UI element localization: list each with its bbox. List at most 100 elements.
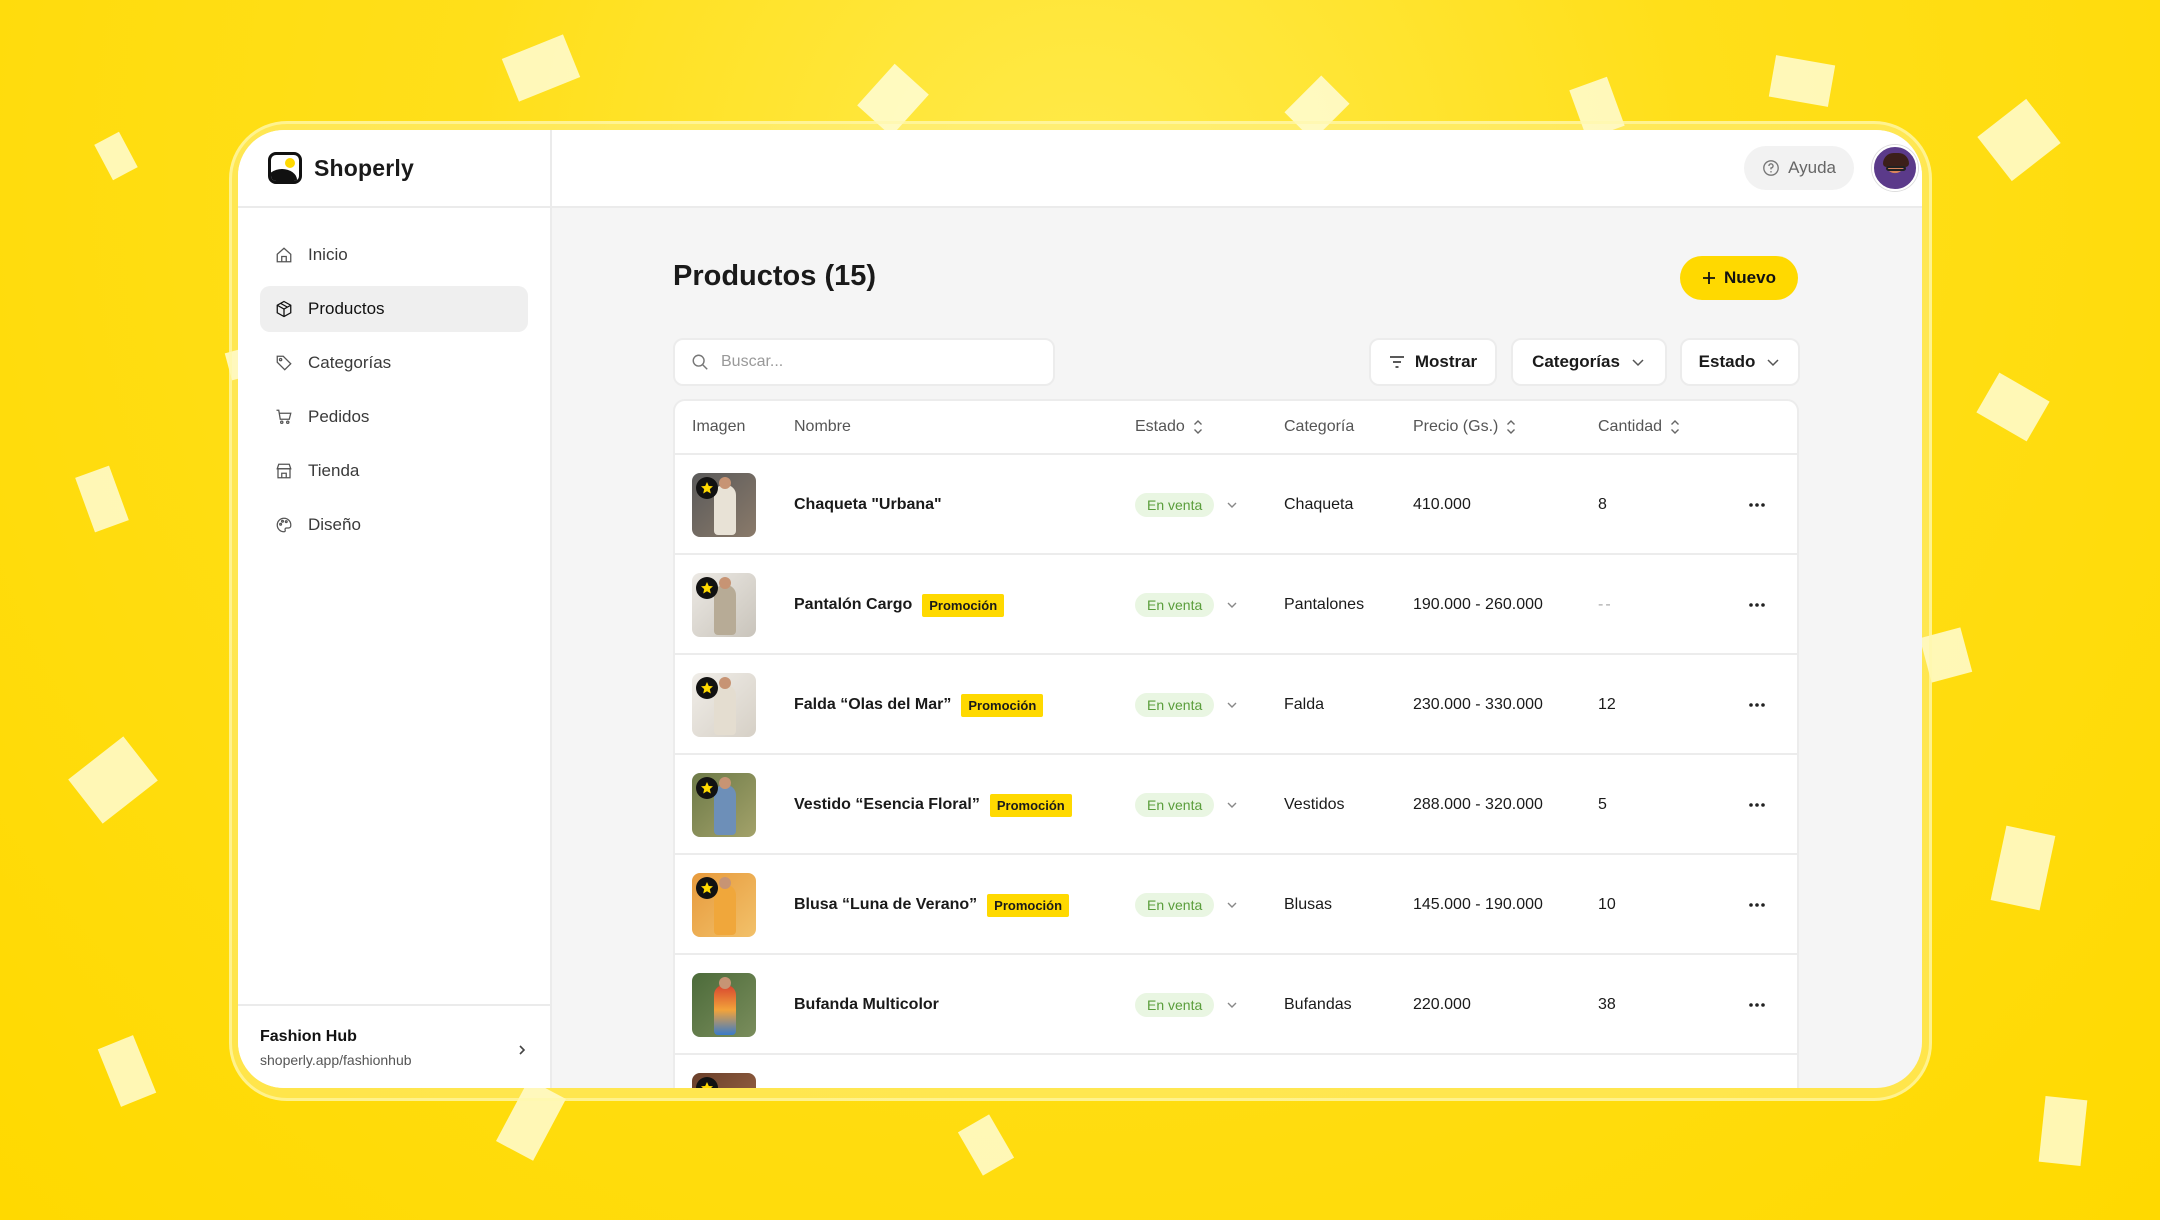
more-options-icon[interactable] xyxy=(1747,701,1767,709)
promo-badge: Promoción xyxy=(961,693,1044,717)
confetti-piece xyxy=(2038,1095,2088,1167)
table-row[interactable]: Chaqueta "Urbana" En venta Chaqueta 410.… xyxy=(675,455,1797,555)
show-filter-button[interactable]: Mostrar xyxy=(1369,338,1497,386)
help-button[interactable]: Ayuda xyxy=(1744,146,1854,190)
table-row[interactable]: Bufanda Multicolor En venta Bufandas 220… xyxy=(675,955,1797,1055)
table-row-partial[interactable] xyxy=(675,1055,1797,1088)
sort-icon xyxy=(1671,420,1680,434)
status-cell[interactable]: En venta xyxy=(1135,555,1238,655)
sort-icon xyxy=(1193,420,1202,434)
product-name[interactable]: Blusa “Luna de Verano” xyxy=(794,896,977,914)
avatar[interactable] xyxy=(1872,145,1918,191)
product-name-cell: Pantalón Cargo Promoción xyxy=(794,555,1005,655)
header-quantity[interactable]: Cantidad xyxy=(1598,401,1680,453)
status-dropdown[interactable]: Estado xyxy=(1680,338,1800,386)
sidebar-item-diseno[interactable]: Diseño xyxy=(260,502,528,548)
sidebar-item-pedidos[interactable]: Pedidos xyxy=(260,394,528,440)
chevron-down-icon xyxy=(1227,1002,1237,1008)
chevron-down-icon xyxy=(1632,359,1644,367)
new-button-label: Nuevo xyxy=(1724,268,1776,287)
product-name[interactable]: Chaqueta "Urbana" xyxy=(794,496,942,514)
header-price[interactable]: Precio (Gs.) xyxy=(1413,401,1516,453)
chevron-down-icon xyxy=(1227,702,1237,708)
sidebar-item-productos[interactable]: Productos xyxy=(260,286,528,332)
quantity-cell: 5 xyxy=(1598,796,1607,813)
header-category-label: Categoría xyxy=(1284,418,1355,435)
table-row[interactable]: Vestido “Esencia Floral” Promoción En ven… xyxy=(675,755,1797,855)
chevron-down-icon xyxy=(1767,359,1779,367)
product-name[interactable]: Vestido “Esencia Floral” xyxy=(794,796,980,814)
product-name-cell: Bufanda Multicolor xyxy=(794,955,939,1055)
chevron-down-icon xyxy=(1227,502,1237,508)
category-cell: Pantalones xyxy=(1284,596,1365,613)
promo-badge: Promoción xyxy=(989,793,1072,817)
status-cell[interactable]: En venta xyxy=(1135,855,1238,955)
status-cell[interactable]: En venta xyxy=(1135,755,1238,855)
store-icon xyxy=(274,461,294,481)
table-header: Imagen Nombre Estado Categoría Precio (G… xyxy=(675,401,1797,455)
header-quantity-label: Cantidad xyxy=(1598,418,1663,435)
status-badge: En venta xyxy=(1135,593,1215,617)
status-badge: En venta xyxy=(1135,493,1215,517)
confetti-piece xyxy=(1976,372,2050,442)
brand-name: Shoperly xyxy=(314,154,415,181)
categories-dropdown[interactable]: Categorías xyxy=(1511,338,1667,386)
status-cell[interactable]: En venta xyxy=(1135,955,1238,1055)
sidebar-item-label: Diseño xyxy=(308,515,361,534)
header-image: Imagen xyxy=(692,401,745,453)
category-cell: Vestidos xyxy=(1284,796,1345,813)
status-badge: En venta xyxy=(1135,893,1215,917)
more-options-icon[interactable] xyxy=(1747,1001,1767,1009)
brand[interactable]: Shoperly xyxy=(238,130,550,208)
header-price-label: Precio (Gs.) xyxy=(1413,418,1499,435)
product-thumbnail xyxy=(692,1073,756,1088)
product-name[interactable]: Falda “Olas del Mar” xyxy=(794,696,951,714)
price-cell: 230.000 - 330.000 xyxy=(1413,696,1543,713)
sidebar-item-tienda[interactable]: Tienda xyxy=(260,448,528,494)
header-image-label: Imagen xyxy=(692,418,746,435)
sort-icon xyxy=(1507,420,1516,434)
sidebar-item-inicio[interactable]: Inicio xyxy=(260,232,528,278)
star-icon xyxy=(696,1077,718,1088)
search-icon xyxy=(692,354,708,370)
more-options-icon[interactable] xyxy=(1747,501,1767,509)
filter-icon xyxy=(1389,356,1404,368)
price-cell: 145.000 - 190.000 xyxy=(1413,896,1543,913)
chevron-right-icon xyxy=(519,1045,526,1055)
promo-badge: Promoción xyxy=(922,593,1005,617)
category-cell: Bufandas xyxy=(1284,996,1352,1013)
star-icon xyxy=(696,777,718,799)
price-cell: 410.000 xyxy=(1413,496,1471,513)
status-cell[interactable]: En venta xyxy=(1135,455,1238,555)
header-status-label: Estado xyxy=(1135,418,1185,435)
product-name[interactable]: Pantalón Cargo xyxy=(794,596,912,614)
new-product-button[interactable]: Nuevo xyxy=(1680,256,1798,300)
product-name-cell: Falda “Olas del Mar” Promoción xyxy=(794,655,1044,755)
sidebar-item-label: Productos xyxy=(308,299,385,318)
confetti-piece xyxy=(97,1035,157,1107)
product-thumbnail xyxy=(692,773,756,837)
search-input[interactable] xyxy=(721,353,1021,371)
confetti-piece xyxy=(1768,55,1836,107)
product-name-cell: Blusa “Luna de Verano” Promoción xyxy=(794,855,1070,955)
more-options-icon[interactable] xyxy=(1747,601,1767,609)
category-cell: Blusas xyxy=(1284,896,1333,913)
status-badge: En venta xyxy=(1135,693,1215,717)
cart-icon xyxy=(274,407,294,427)
header-status[interactable]: Estado xyxy=(1135,401,1203,453)
chevron-down-icon xyxy=(1227,802,1237,808)
more-options-icon[interactable] xyxy=(1747,801,1767,809)
table-row[interactable]: Blusa “Luna de Verano” Promoción En venta… xyxy=(675,855,1797,955)
box-icon xyxy=(274,299,294,319)
more-options-icon[interactable] xyxy=(1747,901,1767,909)
quantity-cell: 10 xyxy=(1598,896,1616,913)
sidebar-nav: Inicio Productos Categorías Pedidos Tien… xyxy=(238,208,550,548)
table-row[interactable]: Falda “Olas del Mar” Promoción En venta F… xyxy=(675,655,1797,755)
main-content: Productos (15) Nuevo Mostrar Categorías … xyxy=(552,208,1922,1088)
app-window: Shoperly Inicio Productos Categorías Ped… xyxy=(238,130,1922,1088)
store-switcher[interactable]: Fashion Hub shoperly.app/fashionhub xyxy=(238,1004,552,1088)
product-name[interactable]: Bufanda Multicolor xyxy=(794,996,939,1014)
table-row[interactable]: Pantalón Cargo Promoción En venta Pantalo… xyxy=(675,555,1797,655)
sidebar-item-categorias[interactable]: Categorías xyxy=(260,340,528,386)
status-cell[interactable]: En venta xyxy=(1135,655,1238,755)
